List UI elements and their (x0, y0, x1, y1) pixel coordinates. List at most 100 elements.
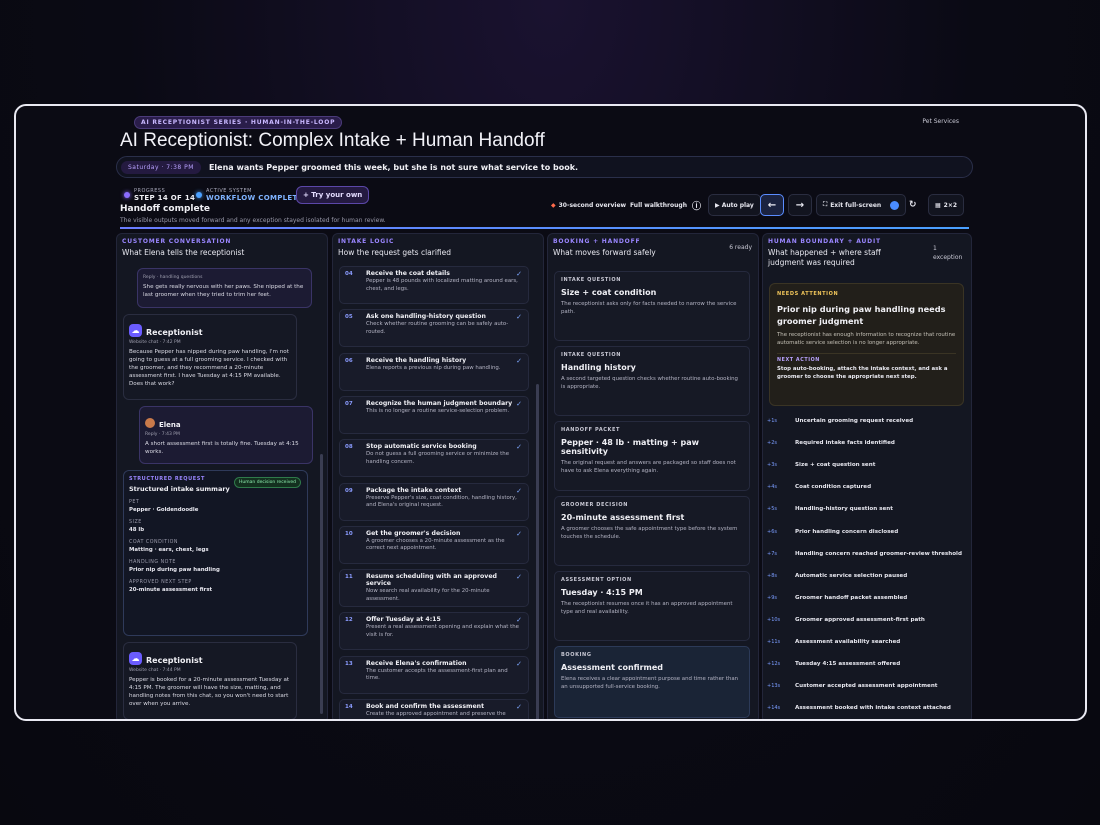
step-number: 10 (345, 530, 353, 537)
step-number: 13 (345, 660, 353, 667)
audit-log-row: +5s Handling-history question sent (767, 506, 967, 512)
message-meta: Reply · handling questions (143, 275, 203, 280)
system-pill: ACTIVE SYSTEM WORKFLOW COMPLETE (196, 188, 303, 202)
audit-log-row: +6s Prior handling concern disclosed (767, 529, 967, 535)
next-button[interactable]: → (788, 194, 812, 216)
log-timestamp: +3s (767, 462, 777, 469)
intake-step[interactable]: 11 Resume scheduling with an approved ser… (339, 569, 529, 608)
progress-dot-icon (124, 192, 130, 198)
log-timestamp: +13s (767, 683, 781, 690)
app-window: AI RECEPTIONIST SERIES · HUMAN-IN-THE-LO… (14, 104, 1087, 721)
field-label: APPROVED NEXT STEP (129, 580, 192, 585)
intake-step[interactable]: 05 Ask one handling-history question Check… (339, 309, 529, 348)
handoff-card[interactable]: HANDOFF PACKET Pepper · 48 lb · matting +… (554, 421, 750, 491)
audit-log-row: +10s Groomer approved assessment-first pa… (767, 617, 967, 623)
scrollbar[interactable] (320, 454, 323, 714)
log-event: Prior handling concern disclosed (795, 528, 899, 535)
intake-column: INTAKE LOGIC How the request gets clarif… (332, 233, 544, 719)
page-title: AI Receptionist: Complex Intake + Human … (120, 130, 545, 151)
step-number: 11 (345, 574, 353, 581)
handoff-card[interactable]: GROOMER DECISION 20-minute assessment fir… (554, 496, 750, 566)
toggle-icon (890, 200, 900, 210)
card-label: GROOMER DECISION (561, 502, 629, 508)
log-event: Customer accepted assessment appointment (795, 683, 938, 690)
message-text: She gets really nervous with her paws. S… (143, 284, 304, 298)
overview-button[interactable]: ◆ 30-second overview (551, 194, 626, 216)
exit-fullscreen-button[interactable]: ⛶ Exit full-screen (816, 194, 907, 216)
intake-step[interactable]: 10 Get the groomer's decision A groomer ch… (339, 525, 529, 564)
step-description: Now search real availability for the 20-… (366, 588, 490, 602)
step-number: 12 (345, 617, 353, 624)
handoff-card[interactable]: INTAKE QUESTION Size + coat condition The … (554, 271, 750, 341)
intake-step[interactable]: 12 Offer Tuesday at 4:15 Present a real as… (339, 612, 529, 651)
scrollbar[interactable] (536, 384, 539, 719)
check-icon: ✓ (516, 529, 522, 538)
log-timestamp: +2s (767, 440, 777, 447)
booking-subheading: What moves forward safely (553, 248, 656, 257)
message-meta: Website chat · 7:42 PM (129, 340, 181, 345)
log-timestamp: +10s (767, 616, 781, 623)
message-text: Pepper is booked for a 20-minute assessm… (129, 677, 290, 707)
intake-step[interactable]: 14 Book and confirm the assessment Create … (339, 699, 529, 719)
conversation-heading: CUSTOMER CONVERSATION (122, 238, 232, 245)
progress-fill (120, 227, 969, 229)
scenario-bar: Saturday · 7:38 PM Elena wants Pepper gr… (116, 156, 973, 178)
step-description: Present a real assessment opening and ex… (366, 624, 519, 638)
message-meta: Website chat · 7:44 PM (129, 668, 181, 673)
step-title: Stop automatic service booking (366, 443, 477, 451)
step-number: 14 (345, 704, 353, 710)
audit-column: HUMAN BOUNDARY + AUDIT What happened + w… (762, 233, 972, 719)
audit-log-row: +12s Tuesday 4:15 assessment offered (767, 661, 967, 667)
audit-log-row: +14s Assessment booked with intake contex… (767, 705, 967, 711)
audit-log-row: +1s Uncertain grooming request received (767, 418, 967, 424)
step-title: Package the intake context (366, 486, 462, 494)
card-description: A groomer chooses the safe appointment t… (561, 526, 738, 540)
try-your-own-button[interactable]: + Try your own (296, 186, 370, 204)
next-action-label: NEXT ACTION (777, 353, 956, 363)
log-timestamp: +12s (767, 661, 781, 668)
card-title: Handling history (561, 363, 636, 372)
log-event: Handling concern reached groomer-review … (795, 550, 962, 557)
log-event: Groomer approved assessment-first path (795, 616, 925, 623)
step-description: This is no longer a routine service-sele… (366, 407, 510, 414)
intake-step[interactable]: 04 Receive the coat details Pepper is 48 p… (339, 266, 529, 304)
grid-layout-button[interactable]: ▦ 2×2 (928, 194, 965, 216)
card-title: 20-minute assessment first (561, 513, 685, 522)
field-value: 20-minute assessment first (129, 587, 213, 593)
check-icon: ✓ (516, 616, 522, 625)
step-description: The customer accepts the assessment-firs… (366, 667, 508, 682)
handoff-card[interactable]: ASSESSMENT OPTION Tuesday · 4:15 PM The re… (554, 571, 750, 641)
card-label: INTAKE QUESTION (561, 277, 622, 283)
log-timestamp: +1s (767, 418, 777, 424)
log-timestamp: +5s (767, 506, 777, 513)
log-timestamp: +9s (767, 594, 777, 601)
step-description: Pepper is 48 pounds with localized matti… (366, 278, 518, 292)
restart-icon[interactable]: ↻ (909, 194, 917, 216)
log-timestamp: +11s (767, 639, 781, 645)
check-icon: ✓ (516, 573, 522, 582)
intake-step[interactable]: 09 Package the intake context Preserve Pep… (339, 482, 529, 521)
log-event: Groomer handoff packet assembled (795, 594, 908, 601)
prev-button[interactable]: ← (760, 194, 784, 216)
step-number: 09 (345, 487, 353, 494)
intake-step[interactable]: 07 Recognize the human judgment boundary T… (339, 395, 529, 434)
log-timestamp: +7s (767, 550, 777, 557)
handoff-card[interactable]: BOOKING Assessment confirmed Elena receive… (554, 646, 750, 718)
walkthrough-button[interactable]: Full walkthrough (630, 194, 687, 216)
step-title: Offer Tuesday at 4:15 (366, 616, 441, 624)
card-label: HANDOFF PACKET (561, 427, 621, 433)
info-icon[interactable]: ⓘ (692, 194, 701, 216)
attention-title: Prior nip during paw handling needs groo… (777, 304, 946, 326)
intake-step[interactable]: 13 Receive Elena's confirmation The custom… (339, 655, 529, 694)
booking-heading: BOOKING + HANDOFF (553, 238, 641, 245)
intake-step[interactable]: 06 Receive the handling history Elena repo… (339, 352, 529, 391)
autoplay-button[interactable]: ▶ Auto play (708, 194, 761, 216)
handoff-card[interactable]: INTAKE QUESTION Handling history A second … (554, 346, 750, 416)
intake-step[interactable]: 08 Stop automatic service booking Do not g… (339, 439, 529, 478)
scenario-text: Elena wants Pepper groomed this week, bu… (208, 162, 579, 172)
step-number: 07 (345, 400, 353, 407)
audit-log-row: +11s Assessment availability searched (767, 639, 967, 645)
check-icon: ✓ (516, 443, 522, 452)
log-event: Uncertain grooming request received (795, 418, 914, 424)
sender-name: Receptionist (146, 328, 203, 337)
